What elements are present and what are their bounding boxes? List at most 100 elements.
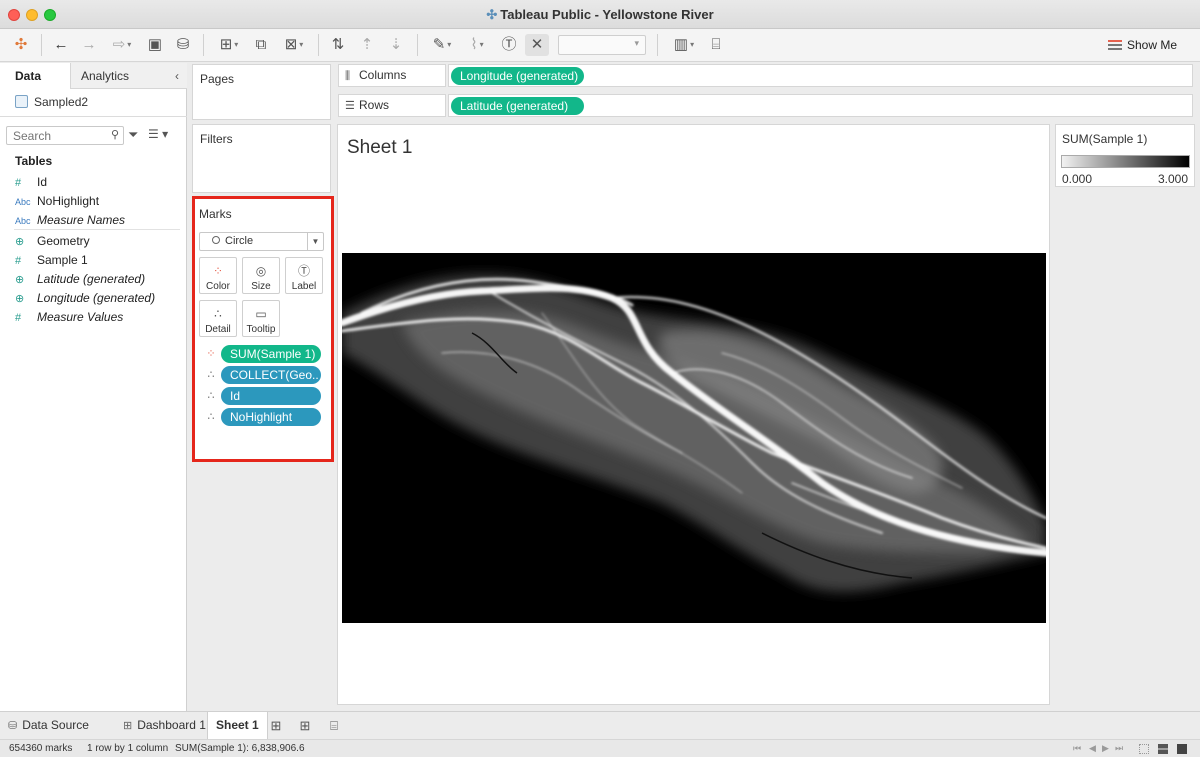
field-geometry[interactable]: ⊕ Geometry: [15, 234, 90, 252]
filter-icon[interactable]: ⏷: [128, 127, 138, 143]
measure-icon: #: [15, 255, 22, 267]
worksheet-view[interactable]: Sheet 1: [337, 124, 1050, 705]
duplicate-sheet-icon[interactable]: ⧉: [251, 34, 271, 56]
next-sheet-icon[interactable]: ▶: [1102, 740, 1109, 757]
new-worksheet-icon[interactable]: ⊞: [212, 34, 246, 56]
legend-max: 3.000: [1157, 172, 1188, 186]
window-title: ✣ Tableau Public - Yellowstone River: [486, 7, 714, 22]
sheet-title: Sheet 1: [347, 137, 413, 158]
field-latitude-generated[interactable]: ⊕ Latitude (generated): [15, 272, 145, 290]
previous-sheet-icon[interactable]: ◀: [1089, 740, 1096, 757]
swap-rows-columns-icon[interactable]: ⇅: [328, 34, 348, 56]
group-icon[interactable]: ⌇: [462, 34, 492, 56]
tabs-view-icon[interactable]: [1177, 744, 1187, 754]
new-story-icon[interactable]: ⌸: [325, 717, 343, 735]
show-labels-icon[interactable]: Ⓣ: [499, 34, 519, 56]
tab-data[interactable]: Data: [0, 63, 70, 89]
status-bar: 654360 marks 1 row by 1 column SUM(Sampl…: [0, 739, 1200, 757]
field-measure-values[interactable]: # Measure Values: [15, 310, 123, 328]
string-dimension-icon: Abc: [15, 197, 31, 207]
sort-ascending-icon[interactable]: ⇡: [357, 34, 377, 56]
tableau-logo-icon: ✣: [486, 7, 498, 22]
toolbar: ✣ ← → ⇨ ▣ ⛁ ⊞ ⧉ ⊠ ⇅ ⇡ ⇣ ✎ ⌇ Ⓣ ✕ ▥ ⌸ Show…: [0, 29, 1200, 62]
last-sheet-icon[interactable]: ⏭: [1115, 740, 1123, 757]
dashboard-icon: ⊞: [123, 720, 133, 732]
geo-icon: ⊕: [15, 236, 25, 248]
clear-sheet-icon[interactable]: ⊠: [277, 34, 311, 56]
sort-descending-icon[interactable]: ⇣: [386, 34, 406, 56]
color-legend[interactable]: SUM(Sample 1) 0.000 3.000: [1055, 124, 1195, 187]
pages-card[interactable]: Pages: [192, 64, 331, 120]
sheet-tabs-bar: ⛁ Data Source ⊞ Dashboard 1 Sheet 1 ⊞ ⊞ ⌸: [0, 711, 1200, 740]
show-me-button[interactable]: Show Me: [1108, 38, 1177, 52]
new-datasource-icon[interactable]: ⛁: [174, 34, 192, 56]
measure-icon: #: [15, 312, 22, 324]
redo-icon[interactable]: →: [80, 34, 98, 56]
toolbar-divider: [657, 34, 658, 56]
toolbar-divider: [318, 34, 319, 56]
field-id[interactable]: # Id: [15, 175, 47, 193]
rows-pill-latitude[interactable]: Latitude (generated): [451, 97, 584, 115]
filters-card[interactable]: Filters: [192, 124, 331, 193]
string-dimension-icon: Abc: [15, 216, 31, 226]
tab-sheet-1[interactable]: Sheet 1: [207, 712, 268, 740]
divider: [0, 116, 187, 117]
geo-icon: ⊕: [15, 293, 25, 305]
columns-icon: ⫼: [345, 70, 351, 82]
status-sum: SUM(Sample 1): 6,838,906.6: [175, 743, 305, 754]
undo-icon[interactable]: ←: [52, 34, 70, 56]
view-list-icon[interactable]: ☰ ▾: [148, 127, 168, 141]
tab-data-source[interactable]: ⛁ Data Source: [0, 712, 97, 740]
show-me-icon: [1108, 40, 1122, 50]
first-sheet-icon[interactable]: ⏮: [1073, 740, 1081, 757]
rows-shelf-label: ☰ Rows: [338, 94, 446, 117]
collapse-pane-icon[interactable]: ‹: [175, 63, 179, 89]
new-worksheet-icon[interactable]: ⊞: [267, 717, 285, 735]
field-nohighlight[interactable]: Abc NoHighlight: [15, 194, 99, 212]
fix-axes-icon[interactable]: ✕: [525, 34, 549, 56]
marks-highlight-box: [192, 196, 334, 462]
new-dashboard-icon[interactable]: ⊞: [296, 717, 314, 735]
columns-shelf[interactable]: Longitude (generated): [448, 64, 1193, 87]
rows-icon: ☰: [345, 100, 355, 112]
presentation-icon[interactable]: ⌸: [706, 34, 726, 56]
tables-heading: Tables: [15, 154, 53, 168]
data-pane: Data Analytics ‹ Sampled2 ⚲ ⏷ ☰ ▾ Tables…: [0, 63, 187, 711]
datasource-item[interactable]: Sampled2: [15, 95, 88, 109]
title-bar: ✣ Tableau Public - Yellowstone River: [0, 0, 1200, 29]
search-input[interactable]: [7, 127, 103, 144]
filters-title: Filters: [200, 132, 233, 146]
field-longitude-generated[interactable]: ⊕ Longitude (generated): [15, 291, 155, 309]
toolbar-divider: [41, 34, 42, 56]
toolbar-divider: [417, 34, 418, 56]
datasource-icon: [15, 95, 28, 108]
river-map-visualization[interactable]: [342, 253, 1046, 623]
legend-min: 0.000: [1062, 172, 1093, 186]
legend-color-ramp: [1061, 155, 1190, 168]
show-cards-icon[interactable]: ▥: [667, 34, 701, 56]
pages-title: Pages: [200, 72, 235, 86]
columns-pill-longitude[interactable]: Longitude (generated): [451, 67, 584, 85]
tab-analytics-label: Analytics: [81, 69, 130, 83]
replay-icon[interactable]: ⇨: [106, 34, 138, 56]
fit-dropdown[interactable]: [558, 35, 646, 55]
geo-icon: ⊕: [15, 274, 25, 286]
columns-shelf-label: ⫼ Columns: [338, 64, 446, 87]
sheet-sorter-icon[interactable]: [1139, 744, 1149, 754]
field-sample-1[interactable]: # Sample 1: [15, 253, 88, 271]
river-density-plot: [342, 274, 1046, 592]
save-icon[interactable]: ▣: [146, 34, 164, 56]
highlight-icon[interactable]: ✎: [427, 34, 457, 56]
rows-shelf[interactable]: Latitude (generated): [448, 94, 1193, 117]
field-divider: [14, 229, 180, 230]
status-rows-cols: 1 row by 1 column: [87, 743, 169, 754]
field-search[interactable]: ⚲: [6, 126, 124, 145]
tab-dashboard-1[interactable]: ⊞ Dashboard 1: [115, 712, 214, 740]
tableau-logo-icon[interactable]: ✣: [12, 34, 30, 56]
filmstrip-icon[interactable]: [1158, 744, 1168, 754]
datasource-icon: ⛁: [8, 720, 18, 732]
tab-analytics[interactable]: Analytics ‹: [70, 63, 187, 89]
status-marks: 654360 marks: [9, 743, 73, 754]
legend-title: SUM(Sample 1): [1062, 132, 1148, 146]
measure-icon: #: [15, 177, 22, 189]
